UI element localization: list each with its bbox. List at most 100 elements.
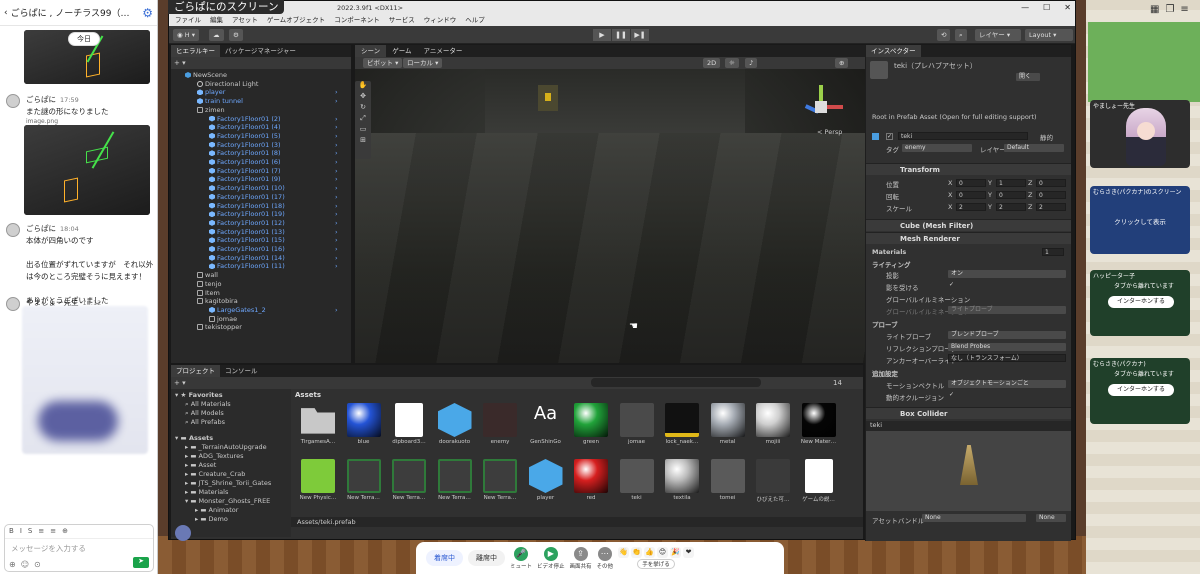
open-prefab-arrow-icon[interactable]: › [335,184,338,193]
open-prefab-arrow-icon[interactable]: › [335,167,338,176]
hierarchy-item[interactable]: train tunnel › [197,97,338,106]
asset-item[interactable]: New Terra… [386,459,432,501]
seated-button[interactable]: 着席中 [426,550,463,566]
menu-component[interactable]: コンポーネント [334,15,380,26]
gizmos-icon[interactable]: ⊕ [835,58,849,68]
tag-dropdown[interactable]: enemy [902,144,972,152]
mute-button[interactable]: 🎤 ミュート [510,546,532,570]
maximize-icon[interactable]: ☐ [1043,1,1050,15]
asset-item[interactable]: blue [341,403,387,445]
asset-item[interactable]: New Terra… [477,459,523,501]
avatar[interactable] [6,297,20,311]
scene-viewport[interactable]: ☚ [355,69,865,363]
tab-inspector[interactable]: インスペクター [866,45,921,57]
hierarchy-item[interactable]: Factory1Floor01 (3) › [209,141,338,150]
open-prefab-arrow-icon[interactable]: › [335,88,338,97]
additional-settings-label[interactable]: 追加設定 [872,368,898,378]
history-icon[interactable]: ⟲ [937,29,951,41]
open-prefab-arrow-icon[interactable]: › [335,306,338,315]
asset-item[interactable]: ゲームの説… [796,459,842,503]
hierarchy-item[interactable]: Factory1Floor01 (8) › [209,149,338,158]
transform-z-field[interactable]: 0 [1036,191,1066,199]
menu-window[interactable]: ウィンドウ [424,15,457,26]
menu-edit[interactable]: 編集 [210,15,223,26]
open-prefab-arrow-icon[interactable]: › [335,210,338,219]
layer-dropdown[interactable]: Default [1004,144,1064,152]
hierarchy-item[interactable]: Factory1Floor01 (2) › [209,115,338,124]
collab-avatar-icon[interactable] [175,525,191,541]
local-dropdown[interactable]: ローカル ▾ [403,58,443,68]
hierarchy-item[interactable]: Factory1Floor01 (17) › [209,193,338,202]
rotate-tool-icon[interactable]: ↻ [355,103,371,114]
rect-tool-icon[interactable]: ▭ [355,125,371,136]
asset-item[interactable]: red [568,459,614,501]
static-toggle[interactable]: 静的 [1040,132,1053,142]
folder-item[interactable]: ▸ ▬ _TerrainAutoUpgrade [185,443,267,451]
menu-gameobject[interactable]: ゲームオブジェクト [267,15,325,26]
add-icon[interactable]: + ▾ [174,379,186,387]
minimize-icon[interactable]: — [1021,1,1029,15]
box-collider-header[interactable]: Box Collider [866,407,1071,419]
open-prefab-arrow-icon[interactable]: › [335,132,338,141]
pivot-dropdown[interactable]: ピボット ▾ [363,58,403,68]
menu-icon[interactable]: ≡ [1180,4,1188,15]
hierarchy-item[interactable]: Factory1Floor01 (10) › [209,184,338,193]
open-prefab-arrow-icon[interactable]: › [335,202,338,211]
probes-label[interactable]: プローブ [872,319,898,329]
reaction-emoji[interactable]: 👋 [618,547,630,558]
hierarchy-item[interactable]: LargeGates1_2 › [209,306,338,315]
open-prefab-arrow-icon[interactable]: › [335,149,338,158]
message-input[interactable]: メッセージを入力する [5,539,153,558]
open-prefab-arrow-icon[interactable]: › [335,123,338,132]
asset-item[interactable]: New Terra… [341,459,387,501]
asset-item[interactable]: New Physic… [295,459,341,501]
mesh-renderer-header[interactable]: Mesh Renderer [866,232,1071,244]
folder-item[interactable]: ▸ ▬ Asset [185,461,216,469]
transform-z-field[interactable]: 2 [1036,203,1066,211]
click-to-view[interactable]: クリックして表示 [1090,216,1190,226]
away-tile[interactable]: むらさき(パクカナ) タブから離れています インターホンする [1090,358,1190,424]
open-prefab-arrow-icon[interactable]: › [335,97,338,106]
transform-y-field[interactable]: 0 [996,191,1026,199]
hierarchy-item[interactable]: Factory1Floor01 (14) › [209,254,338,263]
reaction-emoji[interactable]: 🎉 [670,547,682,558]
mention-icon[interactable]: ⊙ [34,560,41,569]
hierarchy-item[interactable]: Directional Light [197,80,258,89]
layout-dropdown[interactable]: Layout ▾ [1025,29,1073,41]
receive-shadows-checkbox[interactable]: ✓ [948,282,955,289]
hierarchy-item[interactable]: Item [197,289,220,298]
hierarchy-item[interactable]: wall [197,271,218,280]
tab-package-manager[interactable]: パッケージマネージャー [220,45,301,57]
asset-item[interactable]: lock_naek… [659,403,705,445]
transform-z-field[interactable]: 0 [1036,179,1066,187]
grid-icon[interactable]: ▦ [1150,4,1159,15]
layers-dropdown[interactable]: レイヤー ▾ [975,29,1021,41]
hierarchy-item[interactable]: Factory1Floor01 (19) › [209,210,338,219]
favorites-label[interactable]: ▾ ★ Favorites [175,391,223,399]
away-tile[interactable]: ハッピーター子 タブから離れています インターホンする [1090,270,1190,336]
menu-assets[interactable]: アセット [232,15,258,26]
transform-y-field[interactable]: 1 [996,179,1026,187]
away-button[interactable]: 離席中 [468,550,505,566]
light-probes-dropdown[interactable]: ブレンドプローブ [948,331,1066,339]
transform-x-field[interactable]: 0 [956,179,986,187]
motion-vectors-dropdown[interactable]: オブジェクトモーションごと [948,380,1066,388]
mesh-filter-header[interactable]: Cube (Mesh Filter) [866,219,1071,231]
list-button[interactable]: ≡ [38,527,44,536]
open-prefab-arrow-icon[interactable]: › [335,219,338,228]
reaction-emoji[interactable]: 👍 [644,547,656,558]
intercom-button[interactable]: インターホンする [1108,384,1174,396]
asset-item[interactable]: New Mater… [796,403,842,445]
hierarchy-item[interactable]: Factory1Floor01 (9) › [209,175,338,184]
italic-button[interactable]: I [20,527,22,536]
materials-count[interactable]: 1 [1042,248,1064,256]
reaction-emoji[interactable]: ❤ [683,547,695,558]
fav-item[interactable]: ⌕ All Materials [185,400,231,409]
active-checkbox[interactable]: ✓ [886,133,893,140]
avatar[interactable] [6,223,20,237]
hierarchy-item[interactable]: kagitobira [197,297,238,306]
open-prefab-arrow-icon[interactable]: › [335,245,338,254]
avatar[interactable] [6,94,20,108]
hierarchy-item[interactable]: Factory1Floor01 (11) › [209,262,338,271]
menu-services[interactable]: サービス [389,15,415,26]
